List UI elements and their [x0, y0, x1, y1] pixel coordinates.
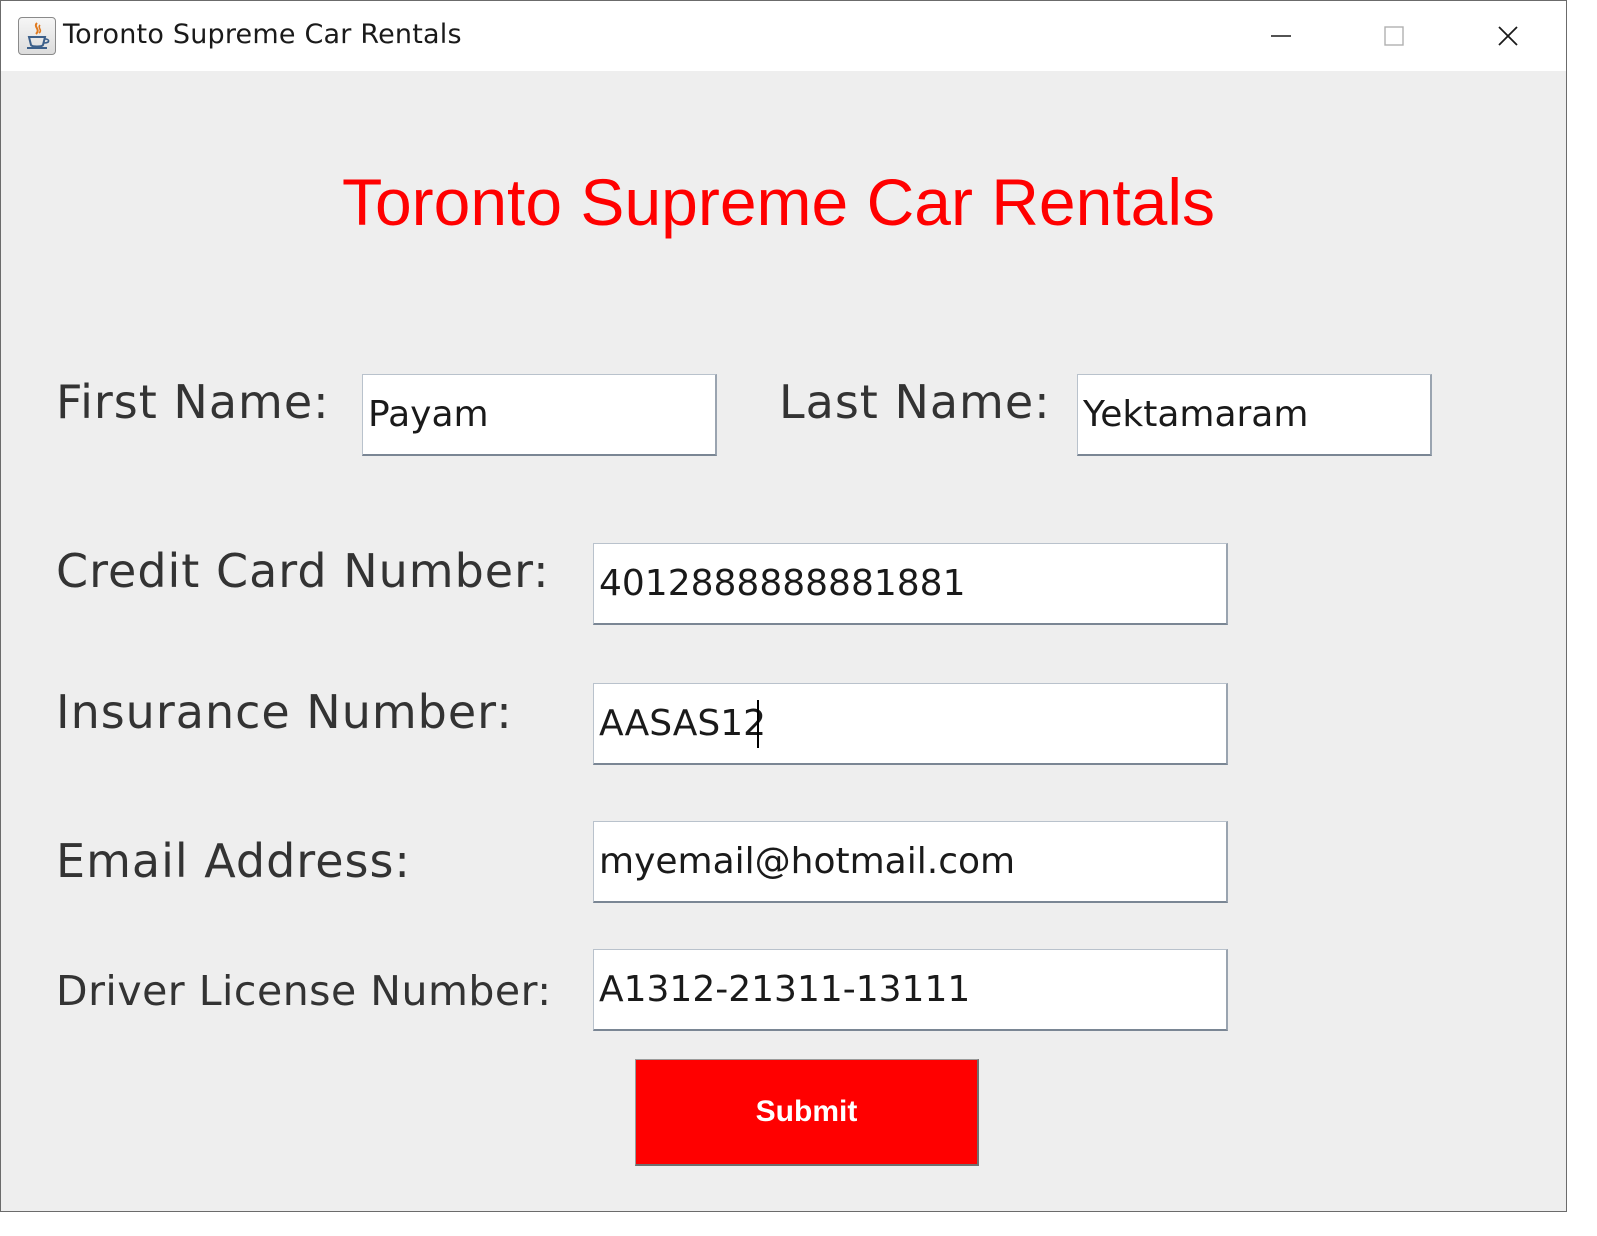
email-address-input[interactable]	[594, 822, 1226, 901]
last-name-field[interactable]	[1077, 374, 1432, 456]
first-name-input[interactable]	[363, 375, 715, 454]
close-icon	[1498, 26, 1518, 46]
last-name-label: Last Name:	[779, 375, 1051, 429]
app-window: Toronto Supreme Car Rentals Toronto Supr…	[0, 0, 1567, 1212]
email-address-field[interactable]	[593, 821, 1228, 903]
credit-card-field[interactable]	[593, 543, 1228, 625]
driver-license-input[interactable]	[594, 950, 1226, 1029]
credit-card-label: Credit Card Number:	[56, 544, 550, 598]
maximize-button[interactable]	[1339, 1, 1449, 71]
java-cup-icon	[18, 17, 56, 55]
close-button[interactable]	[1453, 1, 1563, 71]
title-bar[interactable]: Toronto Supreme Car Rentals	[1, 1, 1566, 71]
credit-card-input[interactable]	[594, 544, 1226, 623]
maximize-icon	[1384, 26, 1404, 46]
minimize-icon	[1271, 35, 1291, 37]
driver-license-field[interactable]	[593, 949, 1228, 1031]
text-caret	[757, 700, 759, 748]
last-name-input[interactable]	[1078, 375, 1430, 454]
insurance-number-field[interactable]	[593, 683, 1228, 765]
first-name-field[interactable]	[362, 374, 717, 456]
minimize-button[interactable]	[1226, 1, 1336, 71]
email-address-label: Email Address:	[56, 834, 411, 888]
driver-license-label: Driver License Number:	[56, 967, 552, 1015]
insurance-number-input[interactable]	[594, 684, 1226, 763]
form-heading: Toronto Supreme Car Rentals	[341, 165, 1216, 239]
window-title: Toronto Supreme Car Rentals	[63, 19, 462, 50]
submit-button[interactable]: Submit	[635, 1059, 979, 1166]
insurance-number-label: Insurance Number:	[56, 685, 513, 739]
first-name-label: First Name:	[56, 375, 330, 429]
